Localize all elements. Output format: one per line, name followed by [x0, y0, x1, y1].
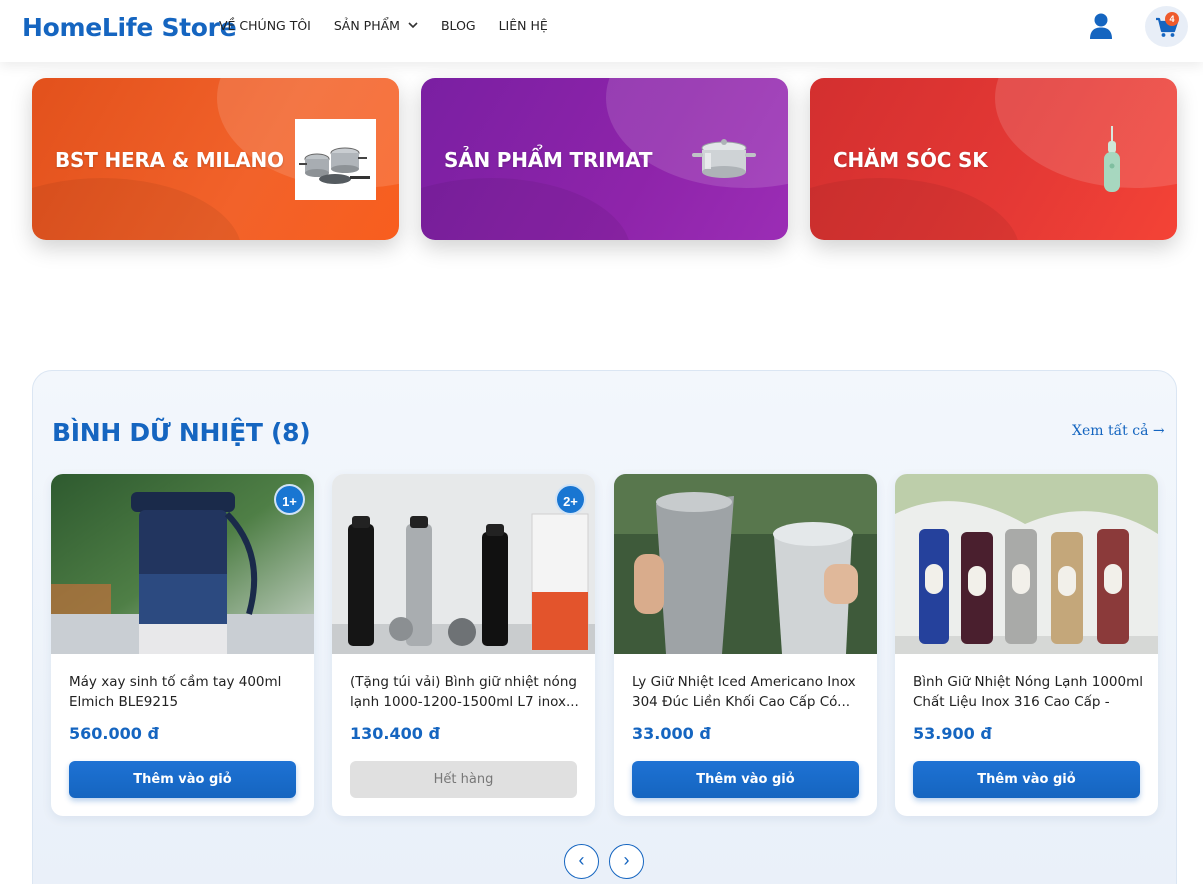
brand-logo[interactable]: HomeLife Store [22, 13, 237, 42]
decor-blob [32, 178, 242, 240]
carousel-prev-button[interactable]: ‹ [564, 844, 599, 879]
product-price: 130.400 đ [350, 724, 440, 743]
section-title: BÌNH DỮ NHIỆT (8) [52, 418, 311, 447]
product-price: 53.900 đ [913, 724, 992, 743]
product-badge: 2+ [555, 484, 586, 515]
water-flosser-image [1100, 126, 1124, 194]
product-card[interactable]: Bình Giữ Nhiệt Nóng Lạnh 1000ml Chất Liệ… [895, 474, 1158, 816]
nav-contact[interactable]: LIÊN HỆ [499, 18, 548, 33]
category-title: CHĂM SÓC SK [833, 148, 988, 172]
product-badge: 1+ [274, 484, 305, 515]
cart-count-badge: 4 [1165, 12, 1179, 26]
product-image [895, 474, 1158, 654]
cart-icon [1156, 17, 1179, 37]
nav-about[interactable]: VỀ CHÚNG TÔI [219, 18, 311, 33]
product-card[interactable]: Ly Giữ Nhiệt Iced Americano Inox 304 Đúc… [614, 474, 877, 816]
product-name[interactable]: Máy xay sinh tố cầm tay 400ml Elmich BLE… [69, 672, 299, 712]
decor-blob [810, 178, 1020, 240]
add-to-cart-button[interactable]: Thêm vào giỏ [69, 761, 296, 798]
category-title: BST HERA & MILANO [55, 148, 284, 172]
nav-about-label: VỀ CHÚNG TÔI [219, 18, 311, 33]
carousel-next-button[interactable]: › [609, 844, 644, 879]
product-name[interactable]: (Tặng túi vải) Bình giữ nhiệt nóng lạnh … [350, 672, 580, 712]
nav-contact-label: LIÊN HỆ [498, 18, 548, 33]
chevron-down-icon [408, 22, 418, 29]
site-header: HomeLife Store VỀ CHÚNG TÔI SẢN PHẨM BLO… [0, 0, 1203, 62]
add-to-cart-button[interactable]: Thêm vào giỏ [913, 761, 1140, 798]
nav-blog[interactable]: BLOG [441, 18, 476, 33]
cart-button[interactable] [1145, 6, 1188, 47]
decor-blob [995, 78, 1177, 188]
cookware-set-image [295, 119, 376, 200]
user-icon [1090, 13, 1112, 39]
nav-blog-label: BLOG [440, 18, 476, 33]
category-card-trimat[interactable]: SẢN PHẨM TRIMAT [421, 78, 788, 240]
category-title: SẢN PHẨM TRIMAT [444, 148, 653, 172]
product-card[interactable]: 2+ (Tặng túi vải) Bình giữ nhiệt nóng lạ… [332, 474, 595, 816]
product-price: 33.000 đ [632, 724, 711, 743]
out-of-stock-button[interactable]: Hết hàng [350, 761, 577, 798]
add-to-cart-button[interactable]: Thêm vào giỏ [632, 761, 859, 798]
nav-products[interactable]: SẢN PHẨM [334, 18, 418, 33]
account-button[interactable] [1088, 12, 1114, 40]
nav-products-label: SẢN PHẨM [333, 18, 400, 33]
category-card-hera-milano[interactable]: BST HERA & MILANO [32, 78, 399, 240]
decor-blob [421, 178, 631, 240]
product-name[interactable]: Ly Giữ Nhiệt Iced Americano Inox 304 Đúc… [632, 672, 862, 712]
product-price: 560.000 đ [69, 724, 159, 743]
stainless-pot-image [691, 135, 757, 181]
category-card-health-care[interactable]: CHĂM SÓC SK [810, 78, 1177, 240]
product-image [614, 474, 877, 654]
product-card[interactable]: 1+ Máy xay sinh tố cầm tay 400ml Elmich … [51, 474, 314, 816]
product-name[interactable]: Bình Giữ Nhiệt Nóng Lạnh 1000ml Chất Liệ… [913, 672, 1143, 712]
main-nav: VỀ CHÚNG TÔI SẢN PHẨM BLOG LIÊN HỆ [219, 18, 548, 33]
see-all-link[interactable]: Xem tất cả → [1072, 423, 1165, 439]
